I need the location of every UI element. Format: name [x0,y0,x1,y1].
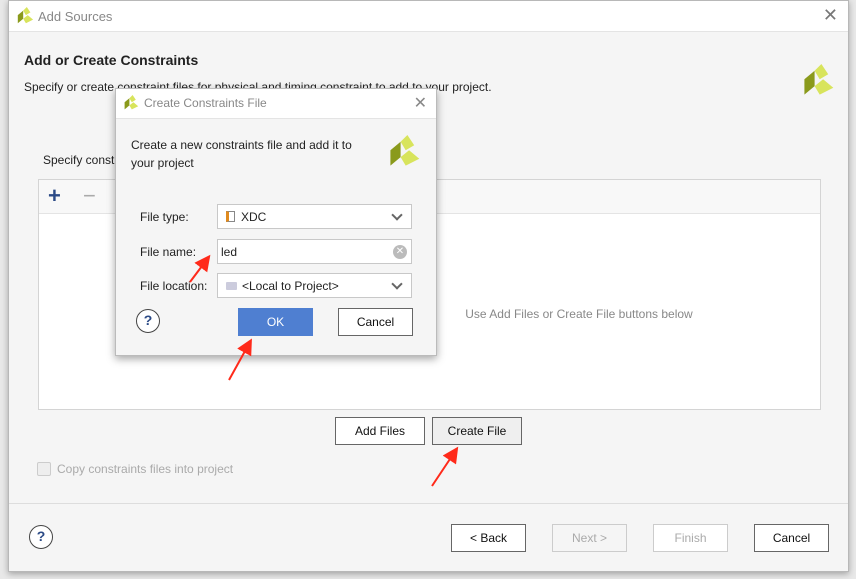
arrow-ok [228,338,252,381]
annotation-arrows [189,254,459,487]
arrow-file-name [189,254,211,283]
arrow-create-file [431,446,459,487]
